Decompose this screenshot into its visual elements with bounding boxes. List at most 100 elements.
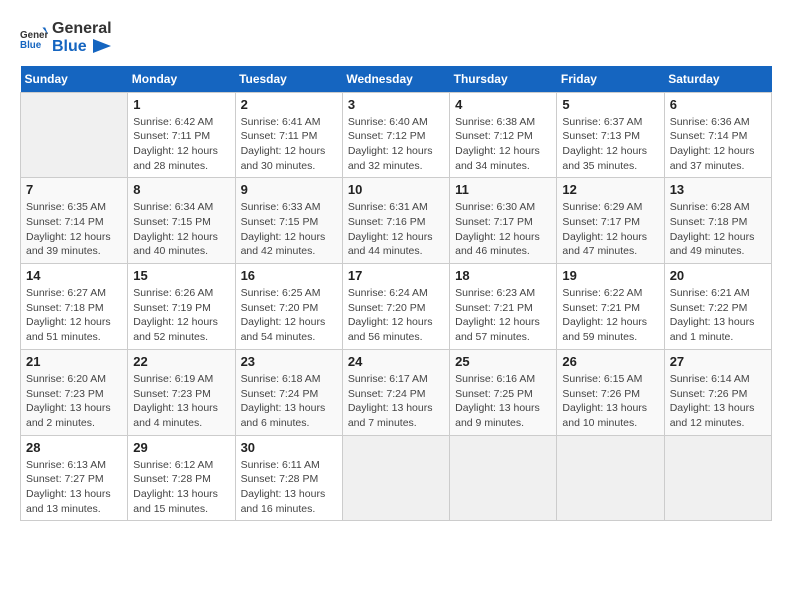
day-detail: Sunrise: 6:35 AM Sunset: 7:14 PM Dayligh…	[26, 200, 122, 259]
day-cell: 4 Sunrise: 6:38 AM Sunset: 7:12 PM Daylig…	[450, 92, 557, 178]
day-detail: Sunrise: 6:12 AM Sunset: 7:28 PM Dayligh…	[133, 458, 229, 517]
day-cell: 9 Sunrise: 6:33 AM Sunset: 7:15 PM Daylig…	[235, 178, 342, 264]
day-detail: Sunrise: 6:14 AM Sunset: 7:26 PM Dayligh…	[670, 372, 766, 431]
day-detail: Sunrise: 6:15 AM Sunset: 7:26 PM Dayligh…	[562, 372, 658, 431]
week-row-2: 7 Sunrise: 6:35 AM Sunset: 7:14 PM Daylig…	[21, 178, 772, 264]
day-detail: Sunrise: 6:42 AM Sunset: 7:11 PM Dayligh…	[133, 115, 229, 174]
day-cell: 12Sunrise: 6:29 AM Sunset: 7:17 PM Dayli…	[557, 178, 664, 264]
day-detail: Sunrise: 6:18 AM Sunset: 7:24 PM Dayligh…	[241, 372, 337, 431]
day-cell: 18Sunrise: 6:23 AM Sunset: 7:21 PM Dayli…	[450, 264, 557, 350]
day-detail: Sunrise: 6:38 AM Sunset: 7:12 PM Dayligh…	[455, 115, 551, 174]
logo-arrow-icon	[93, 39, 111, 53]
day-cell	[21, 92, 128, 178]
day-number: 9	[241, 182, 337, 197]
week-row-4: 21 Sunrise: 6:20 AM Sunset: 7:23 PM Dayli…	[21, 349, 772, 435]
day-number: 16	[241, 268, 337, 283]
day-cell: 22 Sunrise: 6:19 AM Sunset: 7:23 PM Dayli…	[128, 349, 235, 435]
day-detail: Sunrise: 6:31 AM Sunset: 7:16 PM Dayligh…	[348, 200, 444, 259]
day-cell: 30 Sunrise: 6:11 AM Sunset: 7:28 PM Dayli…	[235, 435, 342, 521]
column-header-tuesday: Tuesday	[235, 66, 342, 93]
day-cell: 2Sunrise: 6:41 AM Sunset: 7:11 PM Daylig…	[235, 92, 342, 178]
day-number: 13	[670, 182, 766, 197]
day-cell: 21 Sunrise: 6:20 AM Sunset: 7:23 PM Dayli…	[21, 349, 128, 435]
day-number: 27	[670, 354, 766, 369]
day-number: 17	[348, 268, 444, 283]
day-number: 26	[562, 354, 658, 369]
week-row-3: 14Sunrise: 6:27 AM Sunset: 7:18 PM Dayli…	[21, 264, 772, 350]
day-cell: 11Sunrise: 6:30 AM Sunset: 7:17 PM Dayli…	[450, 178, 557, 264]
day-detail: Sunrise: 6:17 AM Sunset: 7:24 PM Dayligh…	[348, 372, 444, 431]
day-number: 25	[455, 354, 551, 369]
day-cell	[664, 435, 771, 521]
day-cell: 29 Sunrise: 6:12 AM Sunset: 7:28 PM Dayli…	[128, 435, 235, 521]
day-detail: Sunrise: 6:37 AM Sunset: 7:13 PM Dayligh…	[562, 115, 658, 174]
day-cell: 23 Sunrise: 6:18 AM Sunset: 7:24 PM Dayli…	[235, 349, 342, 435]
day-detail: Sunrise: 6:25 AM Sunset: 7:20 PM Dayligh…	[241, 286, 337, 345]
day-number: 20	[670, 268, 766, 283]
day-cell: 8Sunrise: 6:34 AM Sunset: 7:15 PM Daylig…	[128, 178, 235, 264]
day-detail: Sunrise: 6:24 AM Sunset: 7:20 PM Dayligh…	[348, 286, 444, 345]
header-row: SundayMondayTuesdayWednesdayThursdayFrid…	[21, 66, 772, 93]
day-cell: 6Sunrise: 6:36 AM Sunset: 7:14 PM Daylig…	[664, 92, 771, 178]
day-cell: 19Sunrise: 6:22 AM Sunset: 7:21 PM Dayli…	[557, 264, 664, 350]
logo-text-blue: Blue	[52, 38, 87, 55]
day-detail: Sunrise: 6:20 AM Sunset: 7:23 PM Dayligh…	[26, 372, 122, 431]
day-detail: Sunrise: 6:19 AM Sunset: 7:23 PM Dayligh…	[133, 372, 229, 431]
day-detail: Sunrise: 6:28 AM Sunset: 7:18 PM Dayligh…	[670, 200, 766, 259]
day-cell: 1 Sunrise: 6:42 AM Sunset: 7:11 PM Daylig…	[128, 92, 235, 178]
day-cell: 25 Sunrise: 6:16 AM Sunset: 7:25 PM Dayli…	[450, 349, 557, 435]
day-detail: Sunrise: 6:34 AM Sunset: 7:15 PM Dayligh…	[133, 200, 229, 259]
column-header-thursday: Thursday	[450, 66, 557, 93]
day-cell: 20 Sunrise: 6:21 AM Sunset: 7:22 PM Dayli…	[664, 264, 771, 350]
day-detail: Sunrise: 6:40 AM Sunset: 7:12 PM Dayligh…	[348, 115, 444, 174]
day-detail: Sunrise: 6:30 AM Sunset: 7:17 PM Dayligh…	[455, 200, 551, 259]
day-cell: 10 Sunrise: 6:31 AM Sunset: 7:16 PM Dayli…	[342, 178, 449, 264]
day-number: 29	[133, 440, 229, 455]
day-number: 1	[133, 97, 229, 112]
calendar-header: SundayMondayTuesdayWednesdayThursdayFrid…	[21, 66, 772, 93]
day-number: 23	[241, 354, 337, 369]
day-number: 3	[348, 97, 444, 112]
day-cell: 16 Sunrise: 6:25 AM Sunset: 7:20 PM Dayli…	[235, 264, 342, 350]
day-number: 22	[133, 354, 229, 369]
day-detail: Sunrise: 6:29 AM Sunset: 7:17 PM Dayligh…	[562, 200, 658, 259]
day-cell: 24 Sunrise: 6:17 AM Sunset: 7:24 PM Dayli…	[342, 349, 449, 435]
day-detail: Sunrise: 6:22 AM Sunset: 7:21 PM Dayligh…	[562, 286, 658, 345]
day-number: 28	[26, 440, 122, 455]
day-number: 5	[562, 97, 658, 112]
day-detail: Sunrise: 6:33 AM Sunset: 7:15 PM Dayligh…	[241, 200, 337, 259]
day-number: 21	[26, 354, 122, 369]
day-cell	[557, 435, 664, 521]
day-cell: 28 Sunrise: 6:13 AM Sunset: 7:27 PM Dayli…	[21, 435, 128, 521]
day-detail: Sunrise: 6:26 AM Sunset: 7:19 PM Dayligh…	[133, 286, 229, 345]
day-detail: Sunrise: 6:36 AM Sunset: 7:14 PM Dayligh…	[670, 115, 766, 174]
day-detail: Sunrise: 6:16 AM Sunset: 7:25 PM Dayligh…	[455, 372, 551, 431]
calendar-body: 1 Sunrise: 6:42 AM Sunset: 7:11 PM Daylig…	[21, 92, 772, 521]
day-number: 30	[241, 440, 337, 455]
day-cell	[342, 435, 449, 521]
day-number: 4	[455, 97, 551, 112]
logo-text-general: General	[52, 20, 112, 37]
week-row-1: 1 Sunrise: 6:42 AM Sunset: 7:11 PM Daylig…	[21, 92, 772, 178]
day-number: 10	[348, 182, 444, 197]
day-detail: Sunrise: 6:11 AM Sunset: 7:28 PM Dayligh…	[241, 458, 337, 517]
day-detail: Sunrise: 6:13 AM Sunset: 7:27 PM Dayligh…	[26, 458, 122, 517]
page-header: General Blue General Blue	[20, 20, 772, 56]
column-header-wednesday: Wednesday	[342, 66, 449, 93]
day-cell: 14Sunrise: 6:27 AM Sunset: 7:18 PM Dayli…	[21, 264, 128, 350]
day-number: 15	[133, 268, 229, 283]
logo-icon: General Blue	[20, 24, 48, 52]
column-header-sunday: Sunday	[21, 66, 128, 93]
day-cell	[450, 435, 557, 521]
day-cell: 13 Sunrise: 6:28 AM Sunset: 7:18 PM Dayli…	[664, 178, 771, 264]
day-number: 24	[348, 354, 444, 369]
day-number: 7	[26, 182, 122, 197]
day-number: 14	[26, 268, 122, 283]
day-detail: Sunrise: 6:41 AM Sunset: 7:11 PM Dayligh…	[241, 115, 337, 174]
day-detail: Sunrise: 6:23 AM Sunset: 7:21 PM Dayligh…	[455, 286, 551, 345]
column-header-friday: Friday	[557, 66, 664, 93]
day-cell: 15 Sunrise: 6:26 AM Sunset: 7:19 PM Dayli…	[128, 264, 235, 350]
day-cell: 5 Sunrise: 6:37 AM Sunset: 7:13 PM Daylig…	[557, 92, 664, 178]
day-detail: Sunrise: 6:21 AM Sunset: 7:22 PM Dayligh…	[670, 286, 766, 345]
week-row-5: 28 Sunrise: 6:13 AM Sunset: 7:27 PM Dayli…	[21, 435, 772, 521]
